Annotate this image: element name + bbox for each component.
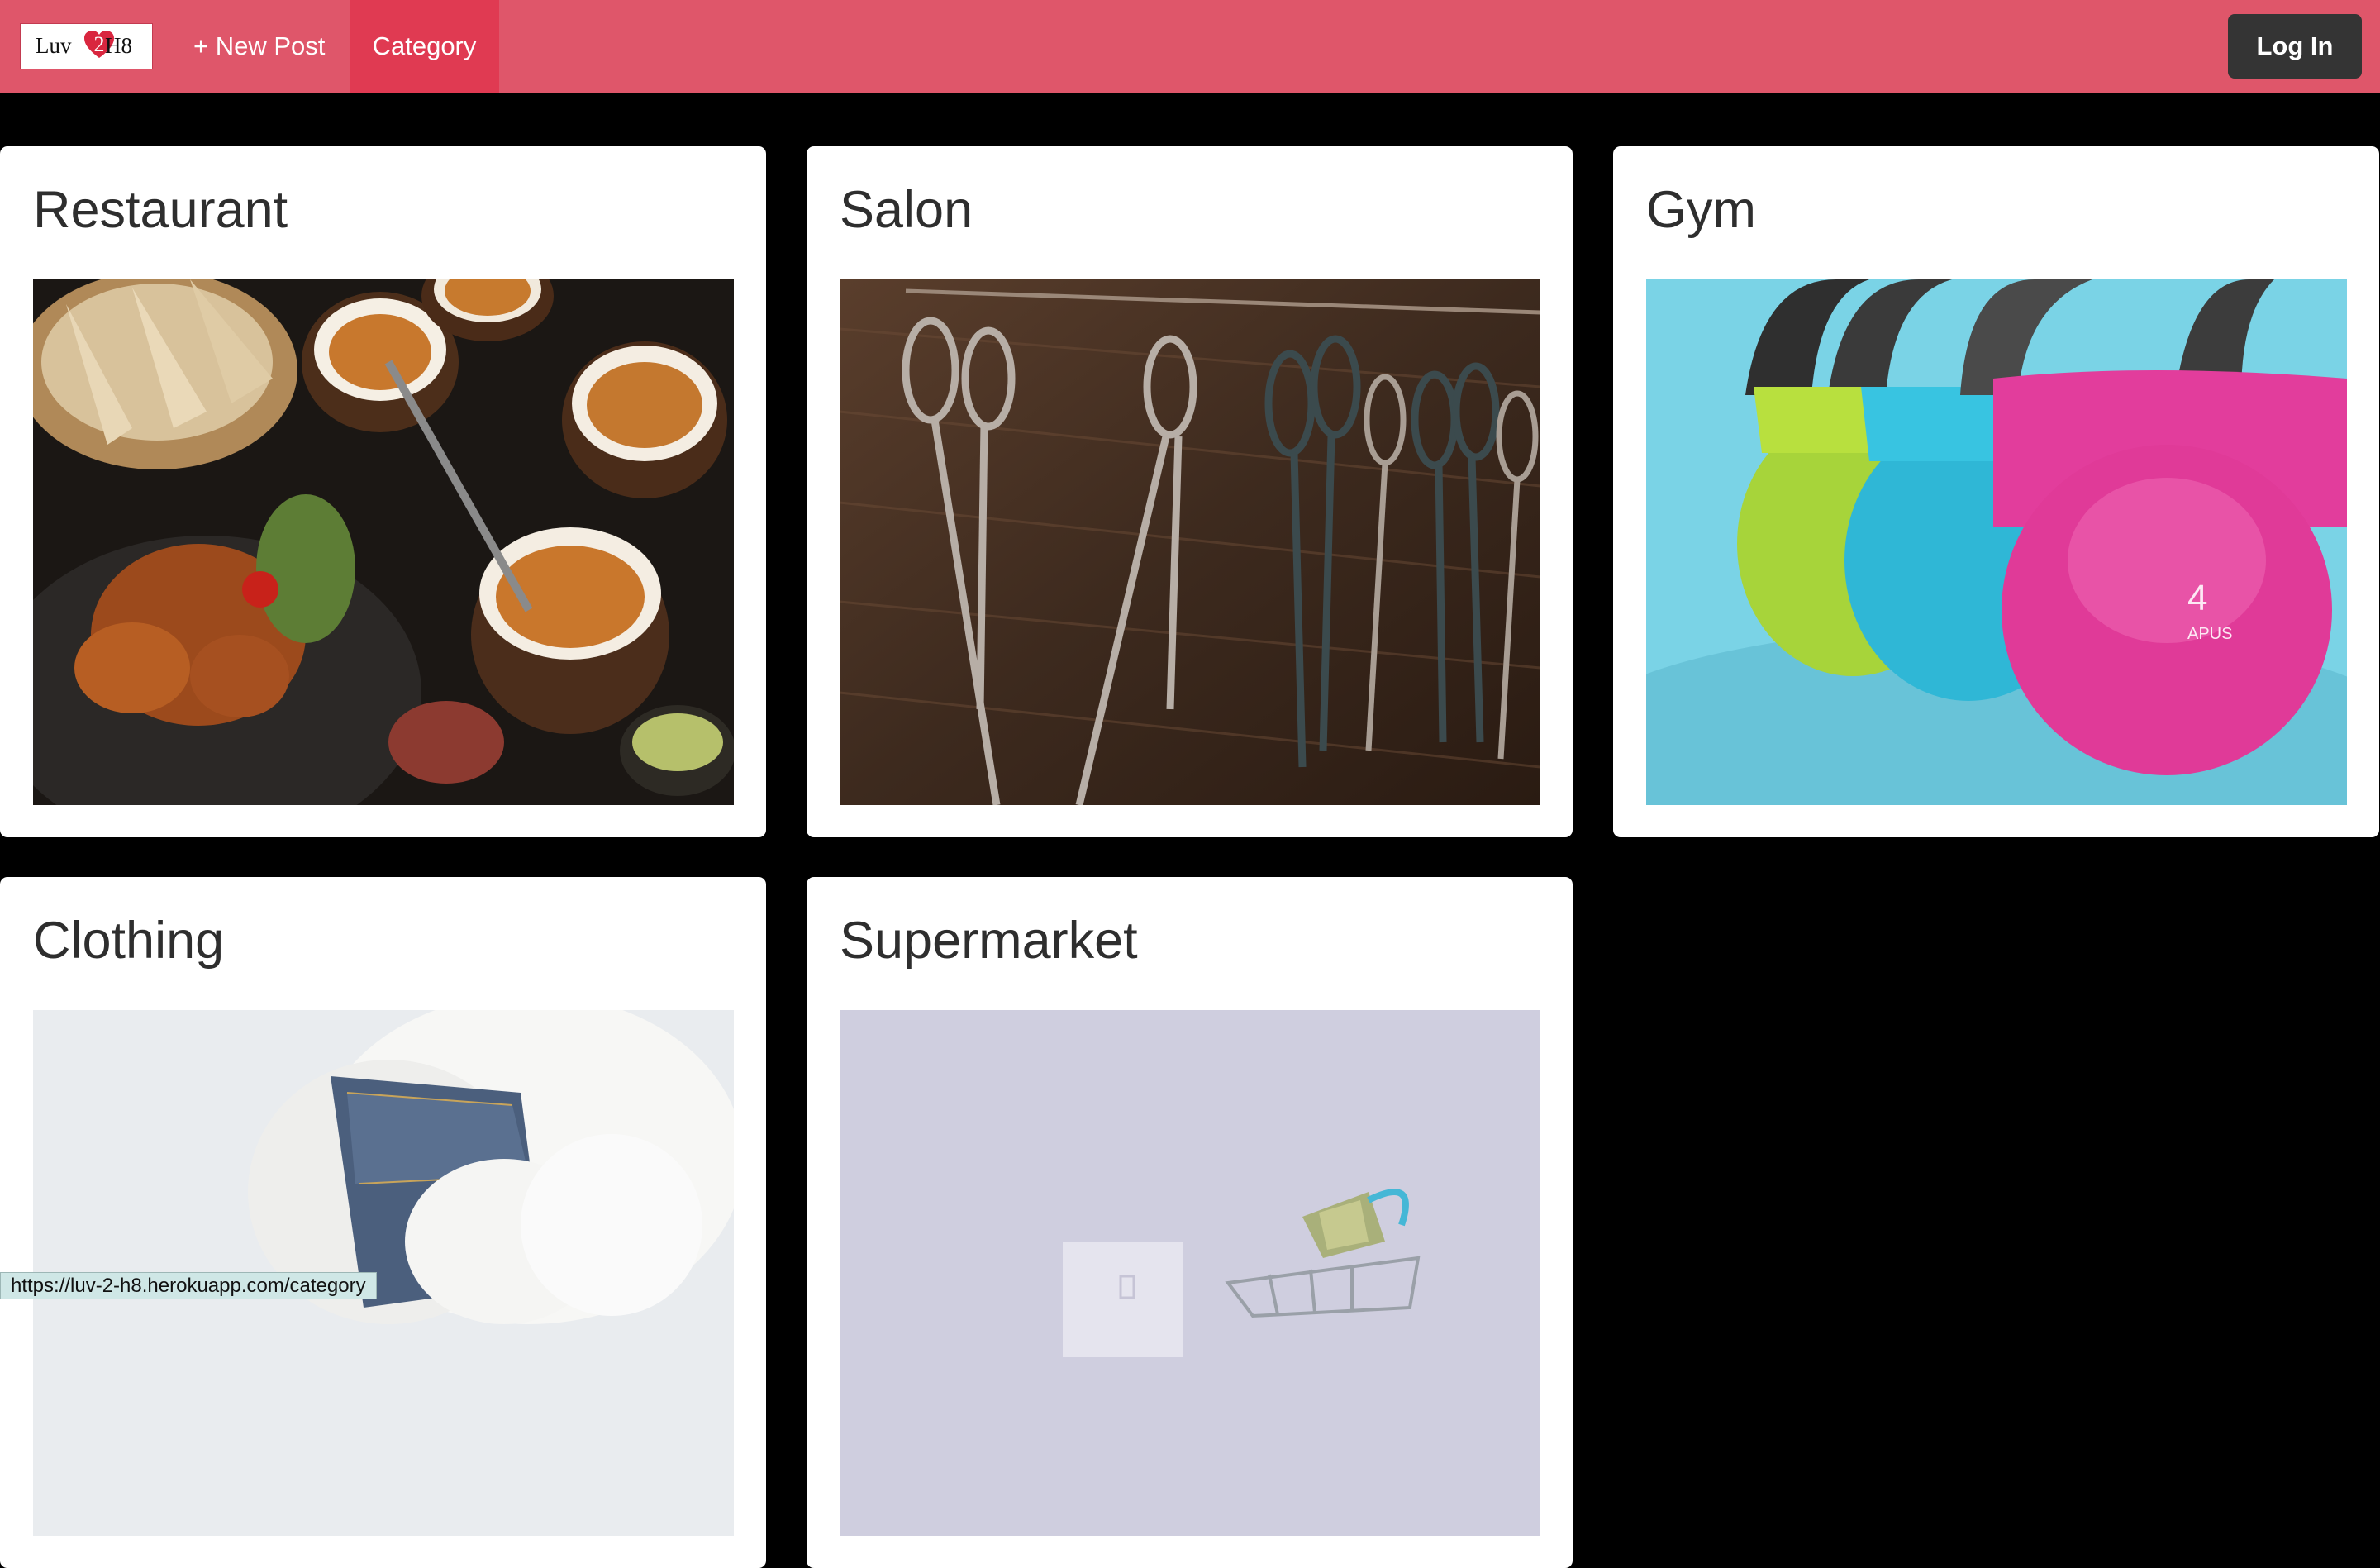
card-title: Restaurant bbox=[33, 181, 288, 239]
supermarket-cart-photo[interactable] bbox=[840, 1010, 1540, 1536]
status-bar-url: https://luv-2-h8.herokuapp.com/category bbox=[0, 1272, 377, 1299]
brand-logo[interactable]: Luv 2 H8 bbox=[20, 23, 153, 69]
logo-text-left: Luv bbox=[36, 33, 72, 58]
category-card-restaurant[interactable]: Restaurant bbox=[0, 146, 766, 837]
card-title: Gym bbox=[1646, 181, 1756, 239]
category-card-supermarket[interactable]: Supermarket bbox=[807, 877, 1573, 1568]
logo-text-right: H8 bbox=[105, 33, 132, 58]
card-title: Salon bbox=[840, 181, 973, 239]
card-title: Clothing bbox=[33, 912, 225, 970]
navbar: Luv 2 H8 + New Post Category Log In bbox=[0, 0, 2380, 93]
category-card-salon[interactable]: Salon bbox=[807, 146, 1573, 837]
category-link[interactable]: Category bbox=[350, 0, 499, 93]
category-card-clothing[interactable]: Clothing bbox=[0, 877, 766, 1568]
restaurant-photo[interactable] bbox=[33, 279, 734, 805]
svg-text:4: 4 bbox=[2187, 578, 2207, 618]
login-button[interactable]: Log In bbox=[2228, 14, 2362, 79]
new-post-link[interactable]: + New Post bbox=[174, 0, 345, 93]
gym-kettlebells-photo[interactable]: 4 APUS bbox=[1646, 279, 2347, 805]
card-title: Supermarket bbox=[840, 912, 1138, 970]
svg-text:APUS: APUS bbox=[2187, 625, 2232, 643]
category-card-gym[interactable]: Gym 4 APUS bbox=[1613, 146, 2379, 837]
salon-scissors-photo[interactable] bbox=[840, 279, 1540, 805]
